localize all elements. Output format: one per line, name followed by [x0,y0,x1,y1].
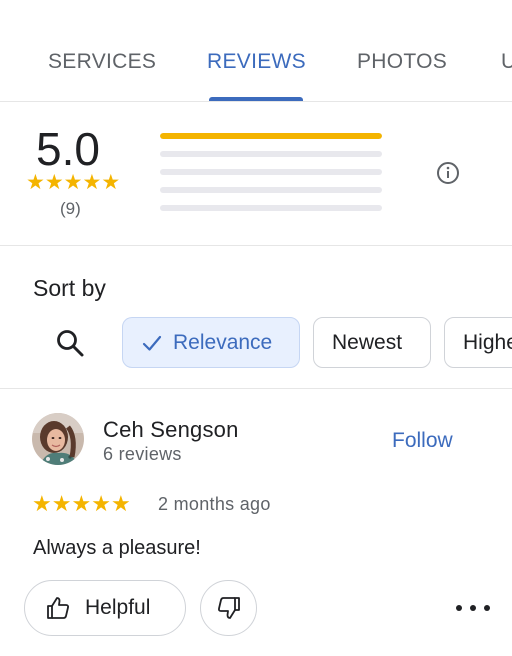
star-icon: ★ [44,171,64,194]
rating-bar-4 [160,151,382,157]
helpful-label: Helpful [85,596,151,619]
reviewer-name[interactable]: Ceh Sengson [103,417,239,443]
tab-updates[interactable]: U [501,50,512,74]
review-time: 2 months ago [158,494,271,514]
sort-chip-highest[interactable]: Highest [444,317,512,368]
tab-photos[interactable]: PHOTOS [357,50,447,74]
rating-bar-1 [160,205,382,211]
rating-bar-3 [160,169,382,175]
follow-button[interactable]: Follow [392,429,453,453]
average-stars: ★ ★ ★ ★ ★ [26,172,120,194]
rating-summary: 5.0 ★ ★ ★ ★ ★ (9) [0,102,512,246]
tab-services[interactable]: SERVICES [48,50,156,74]
sort-title: Sort by [33,275,106,301]
star-icon: ★ [26,171,45,194]
thumbs-up-icon [47,597,69,619]
review-count: (9) [60,199,81,218]
not-helpful-button[interactable] [200,580,257,636]
star-icon: ★ [32,491,52,516]
search-icon[interactable] [55,328,85,358]
more-options-button[interactable] [456,597,490,619]
star-icon: ★ [71,491,92,516]
chip-label: Highest [463,330,512,354]
sort-chip-newest[interactable]: Newest [313,317,431,368]
star-icon: ★ [91,491,111,516]
avatar-image [32,413,84,465]
review-text: Always a pleasure! [33,537,201,559]
rating-bar-fill [160,133,382,139]
chip-label: Relevance [173,330,273,354]
chip-label: Newest [332,330,403,354]
sort-section: Sort by Relevance Newest Highest [0,246,512,389]
more-horizontal-icon [456,605,462,611]
tab-bar: SERVICES REVIEWS PHOTOS U [0,0,512,102]
avatar[interactable] [32,413,84,465]
star-icon: ★ [110,491,131,516]
star-icon: ★ [63,171,83,194]
rating-distribution [160,133,382,223]
thumbs-down-icon [217,597,240,619]
average-rating: 5.0 [36,123,100,175]
review-stars: ★ ★ ★ ★ ★ [32,493,131,515]
reviewer-review-count: 6 reviews [103,444,182,464]
more-horizontal-icon [484,605,490,611]
review-card: Ceh Sengson 6 reviews Follow ★ ★ ★ ★ ★ 2… [0,389,512,656]
tab-reviews[interactable]: REVIEWS [207,50,306,74]
more-horizontal-icon [470,605,476,611]
helpful-button[interactable]: Helpful [24,580,186,636]
star-icon: ★ [51,491,72,516]
check-icon [142,335,162,351]
info-icon[interactable] [436,161,460,185]
star-icon: ★ [101,171,121,194]
star-icon: ★ [82,171,102,194]
rating-bar-2 [160,187,382,193]
sort-chip-relevance[interactable]: Relevance [122,317,300,368]
rating-bar-5 [160,133,382,139]
